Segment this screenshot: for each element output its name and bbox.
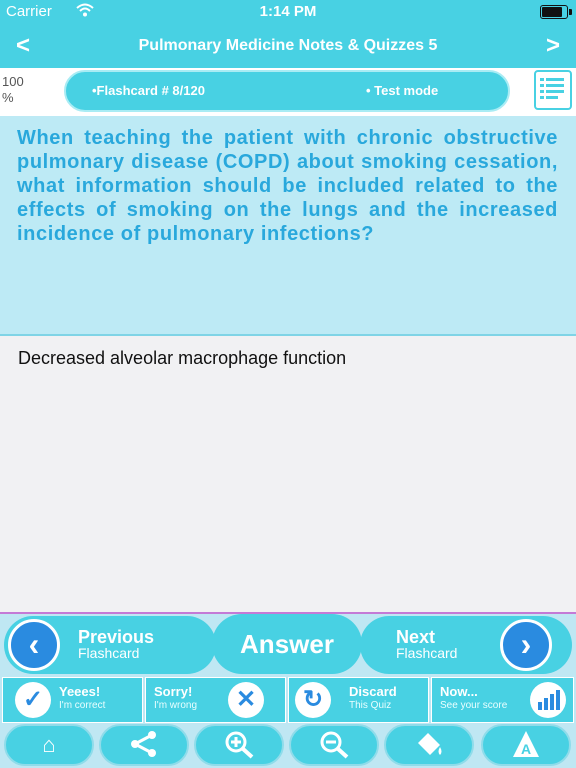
zoom-out-icon <box>315 729 353 761</box>
zoom-in-button[interactable] <box>194 724 284 766</box>
answer-text: Decreased alveolar macrophage function <box>18 348 347 368</box>
forward-button[interactable]: > <box>546 32 560 60</box>
x-icon: ✕ <box>228 682 264 718</box>
score-button[interactable]: Now... See your score <box>431 677 574 723</box>
previous-arrow-icon: ‹ <box>8 619 60 671</box>
info-bar: 100 % •Flashcard # 8/120 • Test mode <box>0 68 576 116</box>
correct-button[interactable]: ✓ Yeees! I'm correct <box>2 677 143 723</box>
previous-flashcard-button[interactable]: ‹ Previous Flashcard <box>4 616 216 674</box>
navigation-bar: < Pulmonary Medicine Notes & Quizzes 5 > <box>0 24 576 68</box>
page-title: Pulmonary Medicine Notes & Quizzes 5 <box>138 37 438 54</box>
share-icon <box>125 729 163 761</box>
discard-button[interactable]: ↻ Discard This Quiz <box>288 677 429 723</box>
battery-icon <box>540 5 572 19</box>
refresh-icon: ↻ <box>295 682 331 718</box>
answer-panel: Decreased alveolar macrophage function <box>0 336 576 612</box>
wrong-sub-label: I'm wrong <box>154 700 198 711</box>
previous-sub-label: Flashcard <box>78 645 140 661</box>
test-mode-label: • Test mode <box>366 83 439 98</box>
home-icon: ⌂ <box>42 732 56 757</box>
wrong-button[interactable]: Sorry! I'm wrong ✕ <box>145 677 286 723</box>
discard-label: Discard <box>349 684 397 699</box>
font-icon: A <box>507 729 545 761</box>
correct-sub-label: I'm correct <box>59 700 106 711</box>
paint-bucket-icon <box>410 729 448 761</box>
notes-list-icon[interactable] <box>534 70 572 110</box>
font-button[interactable]: A <box>481 724 571 766</box>
previous-label: Previous <box>78 627 155 647</box>
status-bar: Carrier 1:14 PM <box>0 0 576 24</box>
progress-percent: 100 % <box>2 74 24 105</box>
correct-label: Yeees! <box>59 684 101 699</box>
question-text: When teaching the patient with chronic o… <box>17 127 558 245</box>
answer-button[interactable]: Answer <box>212 614 362 674</box>
score-sub-label: See your score <box>440 700 508 711</box>
next-label: Next <box>396 627 436 647</box>
discard-sub-label: This Quiz <box>349 700 392 711</box>
clock: 1:14 PM <box>259 3 317 20</box>
zoom-in-icon <box>220 729 258 761</box>
home-button[interactable]: ⌂ <box>4 724 94 766</box>
share-button[interactable] <box>99 724 189 766</box>
score-label: Now... <box>440 684 478 699</box>
flashcard-counter: •Flashcard # 8/120 <box>92 83 205 98</box>
svg-text:A: A <box>521 741 531 757</box>
paint-button[interactable] <box>384 724 474 766</box>
next-flashcard-button[interactable]: Next Flashcard › <box>360 616 572 674</box>
next-sub-label: Flashcard <box>396 645 458 661</box>
next-arrow-icon: › <box>500 619 552 671</box>
zoom-out-button[interactable] <box>289 724 379 766</box>
checkmark-icon: ✓ <box>15 682 51 718</box>
wrong-label: Sorry! <box>154 684 193 699</box>
bar-chart-icon <box>530 682 566 718</box>
question-panel: When teaching the patient with chronic o… <box>0 116 576 336</box>
